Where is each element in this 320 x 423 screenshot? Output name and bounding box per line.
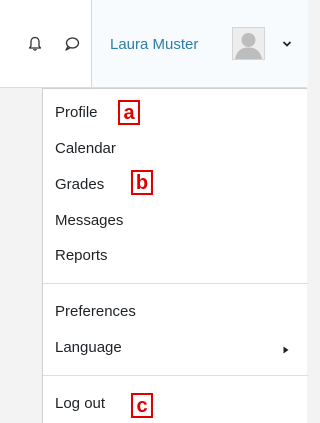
menu-item-logout[interactable]: Log out [55, 395, 105, 413]
menu-item-reports[interactable]: Reports [55, 247, 108, 265]
submenu-arrow-icon [283, 346, 289, 354]
menu-divider [43, 283, 308, 284]
avatar-placeholder-icon [235, 33, 262, 59]
chat-bubble-icon[interactable] [64, 36, 80, 52]
menu-item-preferences[interactable]: Preferences [55, 303, 136, 321]
marker-c: c [131, 393, 153, 418]
chevron-down-icon[interactable] [282, 40, 292, 48]
avatar[interactable] [232, 27, 265, 60]
menu-item-calendar[interactable]: Calendar [55, 140, 116, 158]
user-menu-toggle[interactable]: Laura Muster [91, 0, 308, 88]
menu-divider [43, 375, 308, 376]
marker-a: a [118, 100, 140, 125]
top-navbar: Laura Muster [0, 0, 308, 88]
user-name[interactable]: Laura Muster [110, 36, 198, 53]
marker-b: b [131, 170, 153, 195]
menu-item-profile[interactable]: Profile [55, 104, 98, 122]
menu-item-messages[interactable]: Messages [55, 212, 123, 230]
user-dropdown-menu: Profile Calendar Grades Messages Reports… [42, 88, 308, 423]
menu-item-language[interactable]: Language [55, 339, 122, 357]
menu-item-grades[interactable]: Grades [55, 176, 104, 194]
bell-icon[interactable] [28, 36, 42, 52]
